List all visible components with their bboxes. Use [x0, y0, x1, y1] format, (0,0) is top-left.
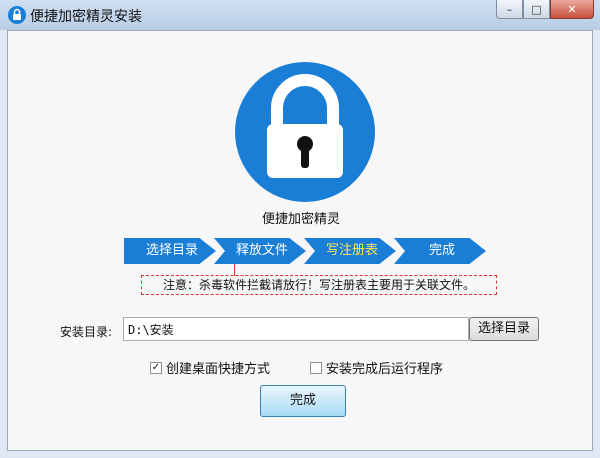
desktop-shortcut-label: 创建桌面快捷方式	[166, 362, 271, 377]
step-finish: 完成	[394, 238, 486, 264]
install-dir-input[interactable]: D:\安装	[123, 317, 469, 341]
finish-button[interactable]: 完成	[260, 385, 346, 417]
desktop-shortcut-checkbox[interactable]: ✓ 创建桌面快捷方式	[150, 358, 270, 377]
maximize-button[interactable]: □	[523, 0, 550, 19]
checkbox-checked-icon: ✓	[150, 361, 162, 374]
browse-directory-button[interactable]: 选择目录	[469, 317, 539, 341]
installer-panel: 便捷加密精灵 选择目录 释放文件 写注册表 完成 注意：杀毒软件拦截请放行！写注…	[7, 30, 593, 451]
title-bar: 便捷加密精灵安装 – □ ✕	[0, 0, 600, 30]
install-steps: 选择目录 释放文件 写注册表 完成	[124, 238, 486, 264]
close-button[interactable]: ✕	[550, 0, 594, 19]
antivirus-notice: 注意：杀毒软件拦截请放行！写注册表主要用于关联文件。	[141, 275, 497, 295]
app-name: 便捷加密精灵	[261, 212, 340, 227]
checkbox-unchecked-icon	[310, 361, 322, 374]
step-select-directory: 选择目录	[124, 238, 216, 264]
run-after-install-label: 安装完成后运行程序	[326, 362, 444, 377]
install-dir-label: 安装目录:	[60, 325, 113, 339]
run-after-install-checkbox[interactable]: 安装完成后运行程序	[310, 358, 443, 377]
minimize-button[interactable]: –	[496, 0, 523, 19]
step-extract-files: 释放文件	[214, 238, 306, 264]
window-title: 便捷加密精灵安装	[30, 9, 142, 25]
step-write-registry: 写注册表	[304, 238, 396, 264]
lock-logo-icon	[235, 62, 375, 202]
lock-icon	[8, 6, 26, 24]
